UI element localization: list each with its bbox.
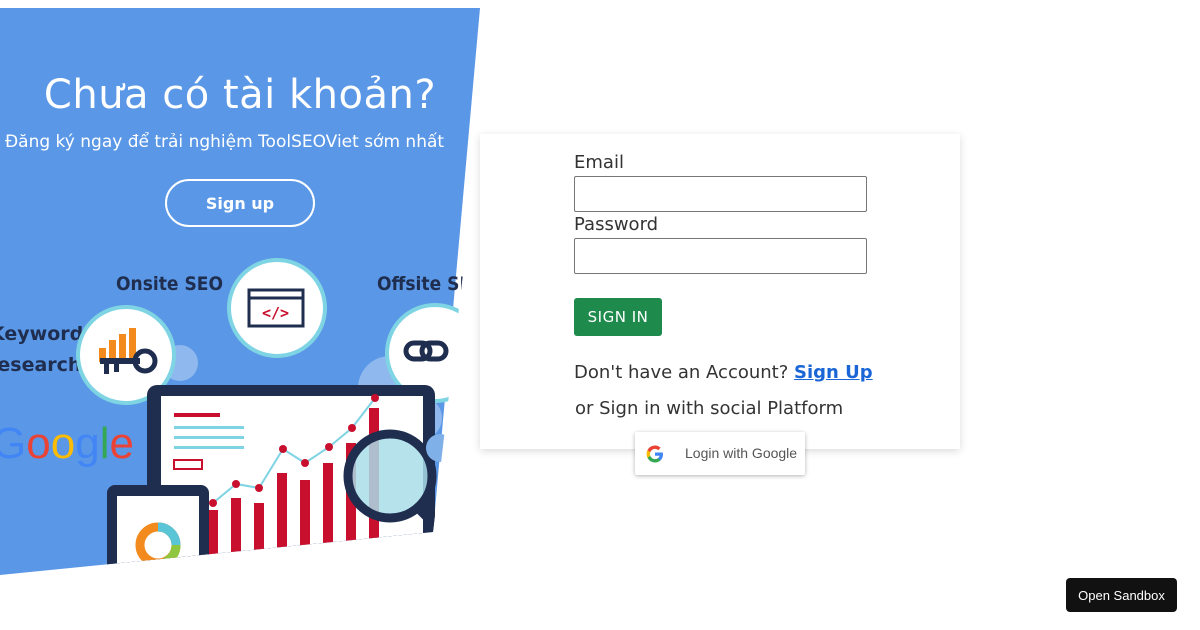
google-g-icon bbox=[646, 445, 663, 463]
code-window-icon: </> bbox=[229, 260, 325, 356]
promo-signup-button[interactable]: Sign up bbox=[165, 179, 315, 227]
code-symbol: </> bbox=[262, 304, 289, 322]
no-account-text: Don't have an Account? bbox=[574, 362, 789, 383]
seo-illustration: Onsite SEO Offsite SEO Keyword research … bbox=[0, 248, 480, 575]
password-field[interactable] bbox=[574, 238, 867, 274]
signup-promo-panel: Chưa có tài khoản? Đăng ký ngay để trải … bbox=[0, 8, 480, 575]
gear-icon bbox=[426, 434, 454, 462]
keyword-label-1: Keyword bbox=[0, 323, 83, 345]
google-logo-text: Google bbox=[0, 419, 134, 468]
google-login-button[interactable]: Login with Google bbox=[635, 432, 805, 475]
offsite-seo-label: Offsite SEO bbox=[377, 273, 480, 295]
google-login-label: Login with Google bbox=[685, 445, 798, 461]
no-account-row: Don't have an Account? Sign Up bbox=[574, 362, 873, 383]
promo-subtitle: Đăng ký ngay để trải nghiệm ToolSEOViet … bbox=[5, 132, 445, 152]
tablet-donut-icon bbox=[107, 485, 209, 575]
onsite-seo-label: Onsite SEO bbox=[116, 273, 223, 295]
social-login-text: or Sign in with social Platform bbox=[575, 398, 844, 419]
email-field[interactable] bbox=[574, 176, 867, 212]
login-card: Email Password SIGN IN Don't have an Acc… bbox=[480, 134, 960, 449]
email-label: Email bbox=[574, 152, 624, 173]
page: Chưa có tài khoản? Đăng ký ngay để trải … bbox=[0, 0, 1200, 630]
promo-title: Chưa có tài khoản? bbox=[43, 72, 437, 118]
keyword-label-2: research bbox=[0, 354, 81, 376]
sign-up-link[interactable]: Sign Up bbox=[794, 362, 873, 383]
sign-in-button[interactable]: SIGN IN bbox=[574, 298, 662, 336]
open-sandbox-button[interactable]: Open Sandbox bbox=[1066, 578, 1177, 612]
password-label: Password bbox=[574, 214, 659, 235]
